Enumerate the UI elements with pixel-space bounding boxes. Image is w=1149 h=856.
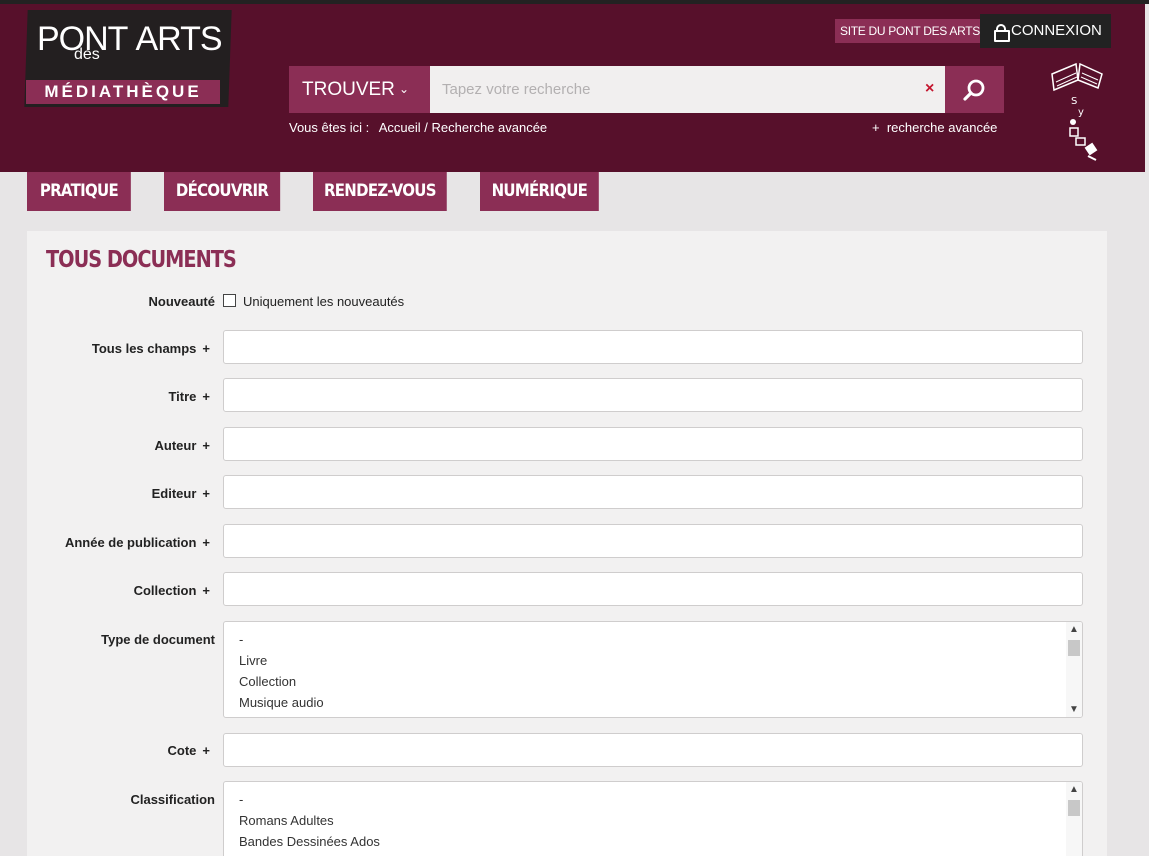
breadcrumb: Vous êtes ici : Accueil / Recherche avan…: [289, 120, 547, 135]
logo[interactable]: PONT ARTS: [37, 20, 223, 58]
lock-icon: [994, 24, 1010, 42]
list-option[interactable]: Livre: [239, 653, 267, 668]
field-label-text: Titre: [168, 389, 197, 404]
type-document-label: Type de document: [101, 632, 215, 647]
advanced-search-label: recherche avancée: [886, 120, 998, 135]
nouveaute-checkbox-label: Uniquement les nouveautés: [243, 294, 405, 309]
connexion-button[interactable]: CONNEXION: [980, 14, 1111, 48]
svg-text:y: y: [1078, 107, 1084, 118]
plus-icon: +: [872, 120, 887, 135]
field-label-cote: Cote +: [40, 743, 210, 758]
field-label-auteur: Auteur +: [40, 438, 210, 453]
type-document-listbox[interactable]: - Livre Collection Musique audio ▲ ▼: [223, 621, 1083, 718]
search-scope-label: TROUVER: [302, 79, 395, 100]
field-label-text: Cote: [167, 743, 197, 758]
chevron-down-icon: ⌄: [399, 82, 410, 96]
field-label-tous-les-champs: Tous les champs +: [40, 341, 210, 356]
listbox-scrollbar[interactable]: ▲: [1066, 782, 1082, 856]
field-label-annee: Année de publication +: [40, 535, 210, 550]
logo-word-arts: ARTS: [135, 20, 222, 58]
chevron-up-icon[interactable]: ▲: [1069, 784, 1079, 795]
site-link-button[interactable]: SITE DU PONT DES ARTS: [835, 19, 985, 43]
search-scope-dropdown[interactable]: TROUVER ⌄: [289, 66, 430, 113]
plus-icon[interactable]: +: [202, 743, 210, 758]
search-icon: [963, 79, 985, 101]
search-input[interactable]: [430, 66, 945, 113]
plus-icon[interactable]: +: [202, 583, 210, 598]
book-illustration-icon: S y: [1051, 62, 1103, 161]
clear-search-icon[interactable]: ×: [925, 80, 934, 98]
tous-les-champs-input[interactable]: [223, 330, 1083, 364]
plus-icon[interactable]: +: [202, 389, 210, 404]
cote-input[interactable]: [223, 733, 1083, 767]
header-edge: [1145, 4, 1149, 172]
breadcrumb-home-link[interactable]: Accueil: [379, 120, 421, 135]
svg-text:S: S: [1071, 96, 1077, 107]
plus-icon[interactable]: +: [202, 486, 210, 501]
scrollbar-thumb[interactable]: [1068, 640, 1080, 656]
classification-listbox[interactable]: - Romans Adultes Bandes Dessinées Ados ▲: [223, 781, 1083, 856]
page-title: TOUS DOCUMENTS: [46, 247, 237, 273]
list-option[interactable]: Collection: [239, 674, 296, 689]
nav-decouvrir[interactable]: DÉCOUVRIR: [164, 172, 281, 211]
titre-input[interactable]: [223, 378, 1083, 412]
listbox-scrollbar[interactable]: ▲ ▼: [1066, 622, 1082, 717]
editeur-input[interactable]: [223, 475, 1083, 509]
field-label-text: Tous les champs: [91, 341, 197, 356]
list-option[interactable]: Bandes Dessinées Ados: [239, 834, 380, 849]
breadcrumb-separator: /: [424, 120, 432, 135]
logo-badge: MÉDIATHÈQUE: [26, 80, 220, 104]
field-label-collection: Collection +: [40, 583, 210, 598]
nav-numerique[interactable]: NUMÉRIQUE: [480, 172, 599, 211]
plus-icon[interactable]: +: [202, 438, 210, 453]
field-label-editeur: Editeur +: [40, 486, 210, 501]
chevron-up-icon[interactable]: ▲: [1069, 624, 1079, 635]
list-option[interactable]: Romans Adultes: [239, 813, 334, 828]
list-option[interactable]: -: [239, 792, 243, 807]
field-label-text: Editeur: [151, 486, 197, 501]
plus-icon[interactable]: +: [202, 535, 210, 550]
nav-pratique[interactable]: PRATIQUE: [27, 172, 131, 211]
classification-label: Classification: [130, 792, 215, 807]
field-label-text: Collection: [133, 583, 197, 598]
annee-publication-input[interactable]: [223, 524, 1083, 558]
nouveaute-checkbox[interactable]: [223, 294, 236, 307]
auteur-input[interactable]: [223, 427, 1083, 461]
advanced-search-link[interactable]: + recherche avancée: [872, 120, 997, 135]
list-option[interactable]: Musique audio: [239, 695, 324, 710]
list-option[interactable]: -: [239, 632, 243, 647]
plus-icon[interactable]: +: [202, 341, 210, 356]
collection-input[interactable]: [223, 572, 1083, 606]
breadcrumb-prefix: Vous êtes ici :: [289, 120, 370, 135]
search-button[interactable]: [945, 66, 1004, 113]
chevron-down-icon[interactable]: ▼: [1069, 704, 1079, 715]
breadcrumb-current: Recherche avancée: [431, 120, 548, 135]
logo-word-des: des: [74, 46, 100, 63]
field-label-text: Année de publication: [64, 535, 197, 550]
scrollbar-thumb[interactable]: [1068, 800, 1080, 816]
nav-rendez-vous[interactable]: RENDEZ-VOUS: [313, 172, 447, 211]
connexion-label: CONNEXION: [1011, 22, 1102, 39]
field-label-titre: Titre +: [40, 389, 210, 404]
nouveaute-label: Nouveauté: [148, 294, 215, 309]
field-label-text: Auteur: [154, 438, 197, 453]
